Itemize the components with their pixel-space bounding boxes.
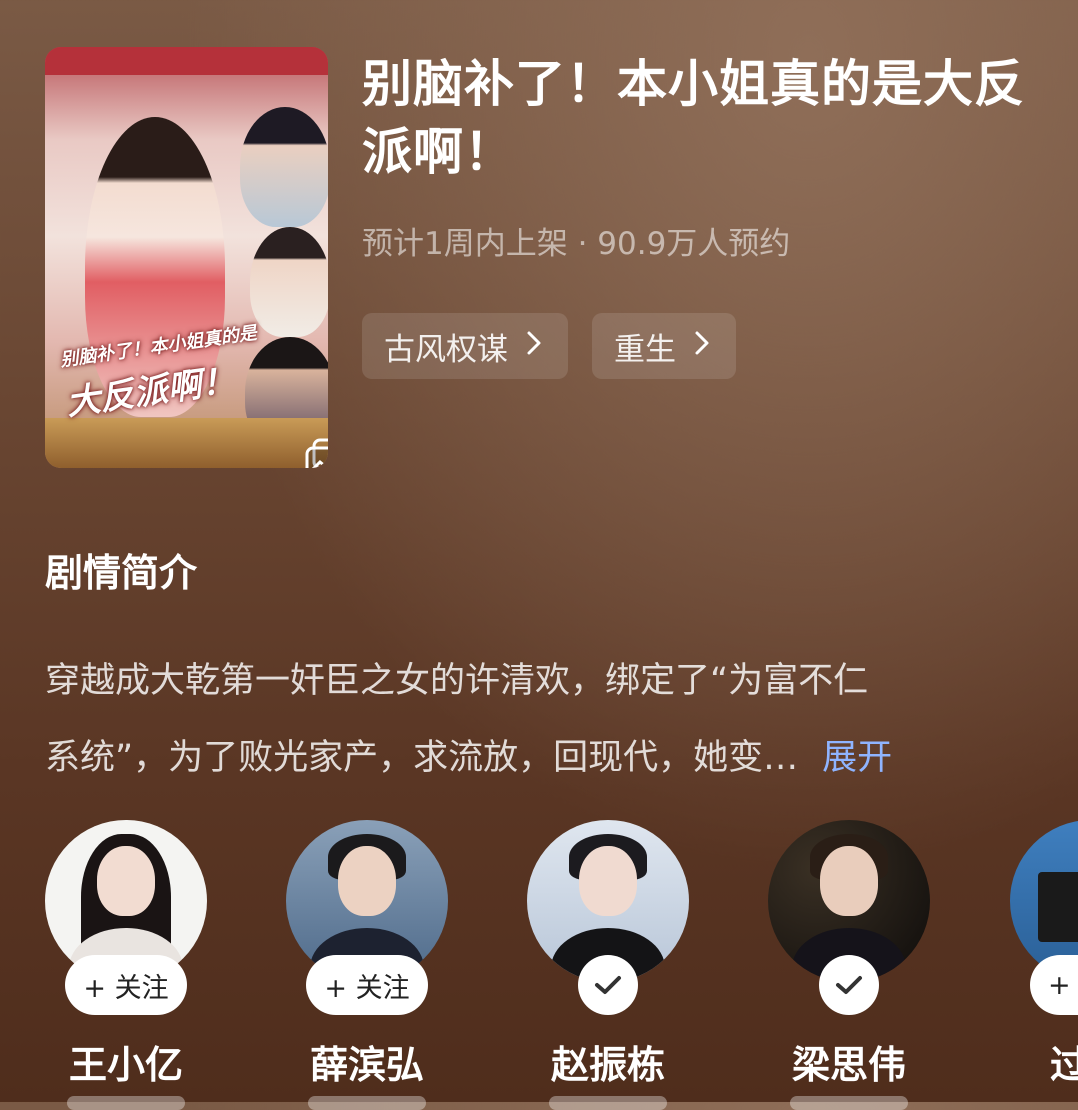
- synopsis-heading: 剧情简介: [45, 551, 198, 595]
- clapperboard-icon: [1038, 872, 1078, 942]
- drama-title: 别脑补了！本小姐真的是大反派啊！: [362, 55, 1025, 181]
- tag-label: 古风权谋: [384, 331, 508, 368]
- cast-name[interactable]: 过: [1050, 1034, 1078, 1089]
- chevron-right-icon: [526, 330, 542, 363]
- checkmark-icon: [836, 976, 862, 994]
- cast-member[interactable]: + 过: [1010, 820, 1078, 1102]
- cast-name[interactable]: 梁思伟: [768, 1034, 930, 1089]
- cast-role: [790, 1096, 908, 1110]
- tag-chongsheng[interactable]: 重生: [592, 313, 736, 379]
- follow-button[interactable]: +: [1030, 955, 1078, 1015]
- cast-name[interactable]: 薛滨弘: [286, 1034, 448, 1089]
- cover-treasure: [45, 418, 328, 468]
- cast-name[interactable]: 王小亿: [45, 1034, 207, 1089]
- synopsis-line-1: 穿越成大乾第一奸臣之女的许清欢，绑定了“为富不仁: [45, 661, 869, 701]
- release-info: 预计1周内上架 · 90.9万人预约: [362, 226, 791, 262]
- cast-list: + 关注 王小亿 + 关注 薛滨弘 赵振栋 梁思伟 + 过: [0, 820, 1078, 1110]
- cover-banner: [45, 47, 328, 75]
- cast-role: [549, 1096, 667, 1110]
- synopsis-line-2: 系统”，为了败光家产，求流放，回现代，她变… 展开: [45, 738, 893, 778]
- tag-label: 重生: [614, 331, 676, 368]
- gallery-icon[interactable]: [303, 437, 328, 468]
- checkmark-icon: [595, 976, 621, 994]
- chevron-right-icon: [694, 330, 710, 363]
- drama-cover-image[interactable]: 别脑补了！本小姐真的是 大反派啊！: [45, 47, 328, 468]
- tag-gufeng-quanmou[interactable]: 古风权谋: [362, 313, 568, 379]
- followed-indicator[interactable]: [578, 955, 638, 1015]
- expand-link[interactable]: 展开: [822, 738, 892, 778]
- cover-actor-2: [250, 227, 328, 337]
- cast-name[interactable]: 赵振栋: [527, 1034, 689, 1089]
- follow-button[interactable]: + 关注: [306, 955, 428, 1015]
- synopsis-text: 穿越成大乾第一奸臣之女的许清欢，绑定了“为富不仁 系统”，为了败光家产，求流放，…: [45, 643, 1045, 797]
- cast-role: [308, 1096, 426, 1110]
- follow-button[interactable]: + 关注: [65, 955, 187, 1015]
- cover-actor-1: [240, 107, 328, 227]
- followed-indicator[interactable]: [819, 955, 879, 1015]
- cast-role: [67, 1096, 185, 1110]
- genre-tags: 古风权谋 重生: [362, 313, 736, 379]
